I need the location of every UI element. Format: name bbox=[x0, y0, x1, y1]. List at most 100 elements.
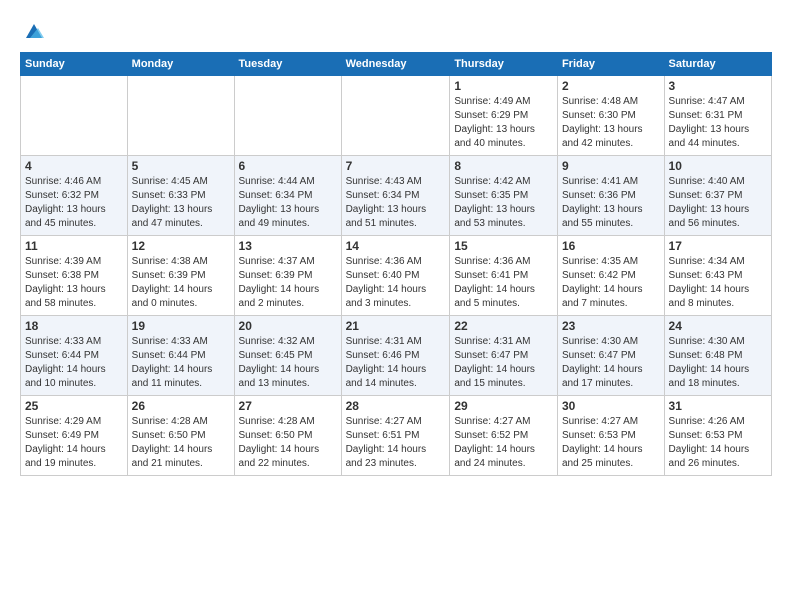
day-cell: 8 Sunrise: 4:42 AM Sunset: 6:35 PM Daylig… bbox=[450, 156, 558, 236]
day-cell: 14Sunrise: 4:36 AM Sunset: 6:40 PM Dayli… bbox=[341, 236, 450, 316]
day-info: Sunrise: 4:42 AM Sunset: 6:35 PM Dayligh… bbox=[454, 175, 553, 231]
day-cell: 26 Sunrise: 4:28 AM Sunset: 6:50 PM Dayli… bbox=[127, 396, 234, 476]
day-info: Sunrise: 4:35 AM Sunset: 6:42 PM Dayligh… bbox=[562, 255, 660, 311]
day-cell: 29 Sunrise: 4:27 AM Sunset: 6:52 PM Dayli… bbox=[450, 396, 558, 476]
day-number: 31 bbox=[669, 399, 767, 413]
day-number: 7 bbox=[346, 159, 446, 173]
week-row-4: 18 Sunrise: 4:33 AM Sunset: 6:44 PM Dayli… bbox=[21, 316, 772, 396]
day-number: 14 bbox=[346, 239, 446, 253]
day-cell: 27 Sunrise: 4:28 AM Sunset: 6:50 PM Dayli… bbox=[234, 396, 341, 476]
day-number: 5 bbox=[132, 159, 230, 173]
day-cell: 13 Sunrise: 4:37 AM Sunset: 6:39 PM Dayli… bbox=[234, 236, 341, 316]
day-info: Sunrise: 4:34 AM Sunset: 6:43 PM Dayligh… bbox=[669, 255, 767, 311]
day-info: Sunrise: 4:30 AM Sunset: 6:48 PM Dayligh… bbox=[669, 335, 767, 391]
day-number: 30 bbox=[562, 399, 660, 413]
day-cell: 17 Sunrise: 4:34 AM Sunset: 6:43 PM Dayli… bbox=[664, 236, 771, 316]
day-info: Sunrise: 4:28 AM Sunset: 6:50 PM Dayligh… bbox=[239, 415, 337, 471]
calendar: SundayMondayTuesdayWednesdayThursdayFrid… bbox=[20, 52, 772, 476]
day-number: 6 bbox=[239, 159, 337, 173]
week-row-1: 1 Sunrise: 4:49 AM Sunset: 6:29 PM Daylig… bbox=[21, 76, 772, 156]
day-cell: 16 Sunrise: 4:35 AM Sunset: 6:42 PM Dayli… bbox=[557, 236, 664, 316]
day-info: Sunrise: 4:40 AM Sunset: 6:37 PM Dayligh… bbox=[669, 175, 767, 231]
logo bbox=[20, 20, 46, 40]
day-cell bbox=[341, 76, 450, 156]
day-info: Sunrise: 4:28 AM Sunset: 6:50 PM Dayligh… bbox=[132, 415, 230, 471]
day-info: Sunrise: 4:29 AM Sunset: 6:49 PM Dayligh… bbox=[25, 415, 123, 471]
day-cell: 21 Sunrise: 4:31 AM Sunset: 6:46 PM Dayli… bbox=[341, 316, 450, 396]
day-info: Sunrise: 4:31 AM Sunset: 6:46 PM Dayligh… bbox=[346, 335, 446, 391]
day-info: Sunrise: 4:32 AM Sunset: 6:45 PM Dayligh… bbox=[239, 335, 337, 391]
day-cell: 31 Sunrise: 4:26 AM Sunset: 6:53 PM Dayli… bbox=[664, 396, 771, 476]
day-info: Sunrise: 4:48 AM Sunset: 6:30 PM Dayligh… bbox=[562, 95, 660, 151]
week-row-2: 4 Sunrise: 4:46 AM Sunset: 6:32 PM Daylig… bbox=[21, 156, 772, 236]
day-cell: 12Sunrise: 4:38 AM Sunset: 6:39 PM Dayli… bbox=[127, 236, 234, 316]
day-cell: 15Sunrise: 4:36 AM Sunset: 6:41 PM Dayli… bbox=[450, 236, 558, 316]
day-cell: 3Sunrise: 4:47 AM Sunset: 6:31 PM Daylig… bbox=[664, 76, 771, 156]
day-cell: 19 Sunrise: 4:33 AM Sunset: 6:44 PM Dayli… bbox=[127, 316, 234, 396]
weekday-monday: Monday bbox=[127, 53, 234, 76]
day-info: Sunrise: 4:41 AM Sunset: 6:36 PM Dayligh… bbox=[562, 175, 660, 231]
day-number: 20 bbox=[239, 319, 337, 333]
day-info: Sunrise: 4:44 AM Sunset: 6:34 PM Dayligh… bbox=[239, 175, 337, 231]
day-cell: 9 Sunrise: 4:41 AM Sunset: 6:36 PM Daylig… bbox=[557, 156, 664, 236]
weekday-wednesday: Wednesday bbox=[341, 53, 450, 76]
day-number: 11 bbox=[25, 239, 123, 253]
day-cell: 1 Sunrise: 4:49 AM Sunset: 6:29 PM Daylig… bbox=[450, 76, 558, 156]
day-cell: 6 Sunrise: 4:44 AM Sunset: 6:34 PM Daylig… bbox=[234, 156, 341, 236]
day-number: 13 bbox=[239, 239, 337, 253]
day-cell bbox=[234, 76, 341, 156]
weekday-saturday: Saturday bbox=[664, 53, 771, 76]
page: SundayMondayTuesdayWednesdayThursdayFrid… bbox=[0, 0, 792, 612]
day-info: Sunrise: 4:45 AM Sunset: 6:33 PM Dayligh… bbox=[132, 175, 230, 231]
day-info: Sunrise: 4:46 AM Sunset: 6:32 PM Dayligh… bbox=[25, 175, 123, 231]
day-cell: 24 Sunrise: 4:30 AM Sunset: 6:48 PM Dayli… bbox=[664, 316, 771, 396]
day-number: 26 bbox=[132, 399, 230, 413]
day-info: Sunrise: 4:33 AM Sunset: 6:44 PM Dayligh… bbox=[25, 335, 123, 391]
day-number: 16 bbox=[562, 239, 660, 253]
day-info: Sunrise: 4:30 AM Sunset: 6:47 PM Dayligh… bbox=[562, 335, 660, 391]
day-info: Sunrise: 4:27 AM Sunset: 6:53 PM Dayligh… bbox=[562, 415, 660, 471]
day-cell: 18 Sunrise: 4:33 AM Sunset: 6:44 PM Dayli… bbox=[21, 316, 128, 396]
day-cell: 20 Sunrise: 4:32 AM Sunset: 6:45 PM Dayli… bbox=[234, 316, 341, 396]
day-info: Sunrise: 4:36 AM Sunset: 6:41 PM Dayligh… bbox=[454, 255, 553, 311]
day-number: 17 bbox=[669, 239, 767, 253]
header bbox=[20, 20, 772, 40]
day-cell: 11 Sunrise: 4:39 AM Sunset: 6:38 PM Dayli… bbox=[21, 236, 128, 316]
day-number: 10 bbox=[669, 159, 767, 173]
day-info: Sunrise: 4:49 AM Sunset: 6:29 PM Dayligh… bbox=[454, 95, 553, 151]
week-row-3: 11 Sunrise: 4:39 AM Sunset: 6:38 PM Dayli… bbox=[21, 236, 772, 316]
day-number: 8 bbox=[454, 159, 553, 173]
day-number: 29 bbox=[454, 399, 553, 413]
weekday-thursday: Thursday bbox=[450, 53, 558, 76]
day-cell: 23 Sunrise: 4:30 AM Sunset: 6:47 PM Dayli… bbox=[557, 316, 664, 396]
day-info: Sunrise: 4:37 AM Sunset: 6:39 PM Dayligh… bbox=[239, 255, 337, 311]
day-info: Sunrise: 4:27 AM Sunset: 6:52 PM Dayligh… bbox=[454, 415, 553, 471]
day-number: 24 bbox=[669, 319, 767, 333]
day-cell: 30 Sunrise: 4:27 AM Sunset: 6:53 PM Dayli… bbox=[557, 396, 664, 476]
day-number: 12 bbox=[132, 239, 230, 253]
day-number: 28 bbox=[346, 399, 446, 413]
day-info: Sunrise: 4:26 AM Sunset: 6:53 PM Dayligh… bbox=[669, 415, 767, 471]
day-number: 9 bbox=[562, 159, 660, 173]
weekday-tuesday: Tuesday bbox=[234, 53, 341, 76]
day-info: Sunrise: 4:33 AM Sunset: 6:44 PM Dayligh… bbox=[132, 335, 230, 391]
day-number: 25 bbox=[25, 399, 123, 413]
day-cell: 7Sunrise: 4:43 AM Sunset: 6:34 PM Daylig… bbox=[341, 156, 450, 236]
day-number: 2 bbox=[562, 79, 660, 93]
day-cell bbox=[127, 76, 234, 156]
day-number: 21 bbox=[346, 319, 446, 333]
day-number: 4 bbox=[25, 159, 123, 173]
day-number: 18 bbox=[25, 319, 123, 333]
day-cell: 25 Sunrise: 4:29 AM Sunset: 6:49 PM Dayli… bbox=[21, 396, 128, 476]
day-info: Sunrise: 4:31 AM Sunset: 6:47 PM Dayligh… bbox=[454, 335, 553, 391]
weekday-sunday: Sunday bbox=[21, 53, 128, 76]
day-number: 23 bbox=[562, 319, 660, 333]
day-number: 1 bbox=[454, 79, 553, 93]
day-number: 19 bbox=[132, 319, 230, 333]
logo-icon bbox=[22, 20, 46, 44]
day-cell: 10 Sunrise: 4:40 AM Sunset: 6:37 PM Dayli… bbox=[664, 156, 771, 236]
day-cell bbox=[21, 76, 128, 156]
day-number: 27 bbox=[239, 399, 337, 413]
day-cell: 28Sunrise: 4:27 AM Sunset: 6:51 PM Dayli… bbox=[341, 396, 450, 476]
day-info: Sunrise: 4:39 AM Sunset: 6:38 PM Dayligh… bbox=[25, 255, 123, 311]
